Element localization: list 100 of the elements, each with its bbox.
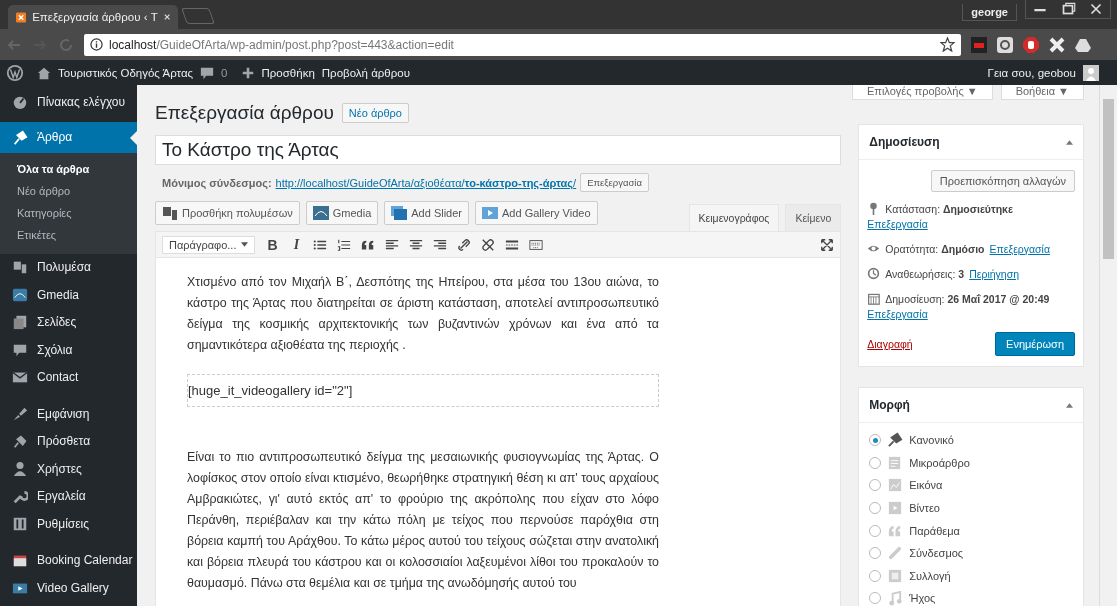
box-title: Μορφή xyxy=(869,398,910,412)
submenu-item[interactable]: Νέο άρθρο xyxy=(0,181,137,204)
publish-link[interactable]: Περιήγηση xyxy=(969,267,1019,280)
editor-tab[interactable]: Κείμενο xyxy=(785,204,842,231)
pushpin-icon xyxy=(12,129,28,145)
gallery-icon xyxy=(887,567,904,584)
publish-link[interactable]: Επεξεργασία xyxy=(989,242,1050,255)
page-heading: Επεξεργασία άρθρου xyxy=(155,102,334,124)
stop-hand-icon[interactable] xyxy=(1023,36,1039,53)
fullscreen-icon[interactable] xyxy=(820,237,835,252)
screen-tab[interactable]: Βοήθεια ▼ xyxy=(1000,85,1084,100)
sidebar-item[interactable]: Εργαλεία xyxy=(0,482,137,510)
profile-button[interactable]: george xyxy=(962,4,1017,21)
submenu-item[interactable]: Όλα τα άρθρα xyxy=(0,159,137,182)
music-note-icon xyxy=(887,590,904,606)
calendar-icon xyxy=(867,292,881,305)
extension-icon[interactable] xyxy=(997,36,1013,53)
image-icon xyxy=(887,477,904,494)
comment-icon xyxy=(200,65,215,80)
sidebar-item[interactable]: Χρήστες xyxy=(0,455,137,483)
screen-tab[interactable]: Επιλογές προβολής ▼ xyxy=(852,85,993,100)
edit-permalink-button[interactable]: Επεξεργασία xyxy=(580,173,649,192)
media-button[interactable]: Προσθήκη πολυμέσων xyxy=(155,201,300,225)
editor-tab[interactable]: Κειμενογράφος xyxy=(688,204,780,231)
sidebar-item[interactable]: Άρθρα xyxy=(0,121,137,153)
preview-changes-button[interactable]: Προεπισκόπηση αλλαγών xyxy=(930,170,1075,192)
extension-icon[interactable] xyxy=(1049,36,1065,53)
sidebar-item[interactable]: Πίνακας ελέγχου xyxy=(0,88,137,116)
close-icon[interactable] xyxy=(163,13,170,21)
scrollbar[interactable] xyxy=(1099,85,1117,606)
bold-button[interactable]: B xyxy=(265,236,280,253)
wordpress-logo-icon[interactable] xyxy=(6,63,24,82)
browser-tab[interactable]: Επεξεργασία άρθρου ‹ T xyxy=(8,5,178,29)
tab-title: Επεξεργασία άρθρου ‹ T xyxy=(32,11,158,23)
sidebar-item[interactable]: Σχόλια xyxy=(0,336,137,364)
extension-icon[interactable] xyxy=(971,36,987,53)
permalink-link[interactable]: http://localhost/GuideOfArta/αξιοθέατα/το-κάστρο-της-άρτας/ xyxy=(275,176,577,189)
picture-icon xyxy=(312,205,329,221)
address-bar[interactable]: localhost/GuideOfArta/wp-admin/post.php?post=443&action=edit xyxy=(84,33,961,56)
xampp-logo-icon xyxy=(16,10,27,24)
view-post-link[interactable]: Προβολή άρθρου xyxy=(321,66,410,79)
sliders-icon xyxy=(12,515,28,532)
format-option-label: Κανονικό xyxy=(909,434,954,447)
new-post-button[interactable]: Νέο άρθρο xyxy=(341,103,409,123)
sidebar-item[interactable]: Σελίδες xyxy=(0,308,137,336)
delete-link[interactable]: Διαγραφή xyxy=(867,338,913,350)
stacked-windows-icon xyxy=(391,205,408,221)
url-text: localhost/GuideOfArta/wp-admin/post.php?post=443&action=edit xyxy=(109,37,455,52)
format-option-label: Παράθεμα xyxy=(909,524,960,537)
update-button[interactable]: Ενημέρωση xyxy=(995,332,1075,356)
video-icon xyxy=(887,500,904,517)
format-option-label: Εικόνα xyxy=(909,479,943,492)
media-icon xyxy=(162,205,178,221)
star-icon[interactable] xyxy=(940,37,955,52)
greeting-link[interactable]: Γεια σου, geobou xyxy=(987,66,1076,79)
sidebar-item[interactable]: Πρόσθετα xyxy=(0,427,137,455)
plug-icon xyxy=(12,433,28,450)
sidebar-item[interactable]: Gmedia xyxy=(0,281,137,309)
collapse-arrow-icon[interactable] xyxy=(1066,402,1073,408)
sidebar-item[interactable]: Video Gallery xyxy=(0,574,137,602)
pages-icon xyxy=(12,314,28,331)
format-dropdown[interactable]: Παράγραφο... xyxy=(162,235,256,254)
collapse-arrow-icon[interactable] xyxy=(1066,139,1073,145)
paragraph: Χτισμένο από τον Μιχαήλ Β΄, Δεσπότης της Ηπείρου, στα μέσα του 13ου αιώνα, το κάστρο της Άρτας που διατηρείται σε άριστη κατάσταση, αποτελεί αντιπροσωπευτικό δείγμα της κοσμικής αρχιτεκτονικής των βυζαντινών χρόνων και ένα από τα σημαντικότερα αξιοθέατα της περιοχής . xyxy=(187,274,659,354)
publish-info: Δημοσίευση: 26 Μαΐ 2017 @ 20:49 xyxy=(885,292,1050,305)
sidebar-item[interactable]: Booking Calendar xyxy=(0,546,137,574)
keyboard-icon[interactable] xyxy=(529,237,544,252)
sidebar-item[interactable]: Contact xyxy=(0,363,137,391)
publish-info: Αναθεωρήσεις: 3 xyxy=(885,267,965,280)
brush-icon xyxy=(12,405,28,422)
submenu-item[interactable]: Κατηγορίες xyxy=(0,203,137,226)
comment-count[interactable]: 0 xyxy=(221,66,228,79)
shortcode-block: [huge_it_videogallery id="2"] xyxy=(187,374,659,407)
media-button[interactable]: Add Gallery Video xyxy=(475,201,598,225)
publish-link[interactable]: Επεξεργασία xyxy=(867,218,1075,230)
plus-icon xyxy=(240,65,255,80)
format-option-label: Ήχος xyxy=(909,592,936,605)
align-left-icon[interactable] xyxy=(385,237,400,252)
submenu-item[interactable]: Ετικέτες xyxy=(0,225,137,248)
sidebar-item[interactable]: Πολυμέσα xyxy=(0,253,137,281)
sidebar-item[interactable]: Ρυθμίσεις xyxy=(0,510,137,538)
unlink-icon[interactable] xyxy=(481,237,496,252)
media-icon xyxy=(12,259,28,276)
media-button[interactable]: Gmedia xyxy=(305,201,379,225)
site-name-link[interactable]: Τουριστικός Οδηγός Άρτας xyxy=(58,66,194,79)
title-field[interactable]: Το Κάστρο της Άρτας xyxy=(155,135,842,165)
numbered-list-icon[interactable] xyxy=(337,237,352,252)
align-center-icon[interactable] xyxy=(409,237,424,252)
publish-link[interactable]: Επεξεργασία xyxy=(867,308,1075,320)
drive-icon[interactable] xyxy=(1075,36,1091,53)
home-icon xyxy=(37,65,51,80)
sidebar-item[interactable]: Εμφάνιση xyxy=(0,400,137,428)
box-title: Δημοσίευση xyxy=(869,135,940,149)
info-icon xyxy=(90,38,103,51)
italic-button[interactable]: I xyxy=(289,236,304,253)
format-option-label: Μικροάρθρο xyxy=(909,456,970,469)
read-more-icon[interactable] xyxy=(505,237,520,252)
new-content-link[interactable]: Προσθήκη xyxy=(261,66,315,79)
media-button[interactable]: Add Slider xyxy=(384,201,470,225)
align-right-icon[interactable] xyxy=(433,237,448,252)
